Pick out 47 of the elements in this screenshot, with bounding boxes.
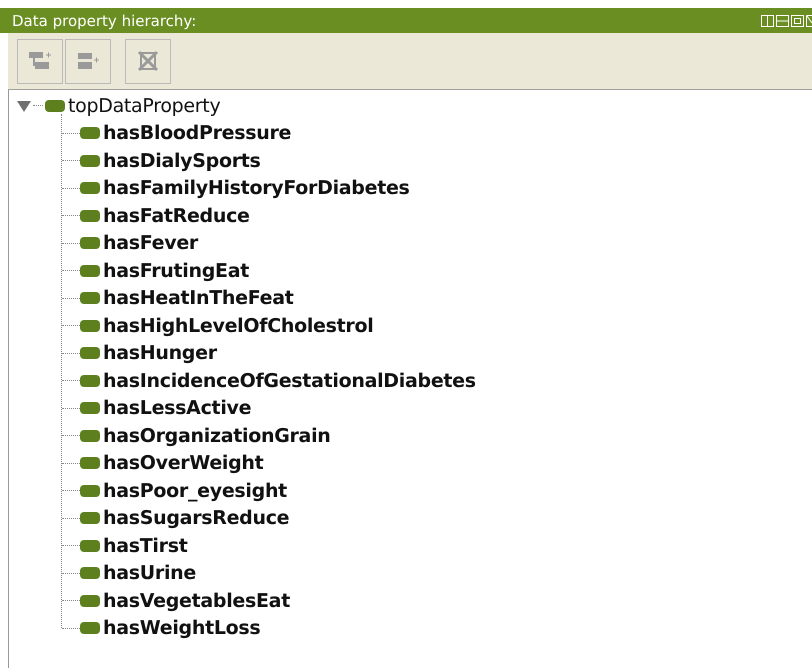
property-icon (80, 210, 100, 222)
property-icon (80, 292, 100, 304)
property-icon (80, 430, 100, 442)
property-icon (80, 154, 100, 167)
property-icon (80, 127, 100, 140)
tree-item[interactable]: hasFever (103, 232, 198, 254)
property-icon (80, 594, 100, 607)
property-icon (80, 374, 100, 387)
property-icon (80, 237, 100, 250)
property-icon (80, 484, 100, 497)
tree-item[interactable]: hasHeatInTheFeat (103, 287, 294, 310)
tree-item[interactable]: hasFamilyHistoryForDiabetes (103, 177, 410, 200)
property-icon (45, 100, 65, 112)
tree-item[interactable]: hasHighLevelOfCholestrol (103, 314, 374, 337)
tree-item[interactable]: hasUrine (103, 562, 196, 584)
tree-item[interactable]: hasDialySports (103, 150, 261, 172)
property-icon (80, 567, 100, 580)
property-icon (80, 402, 100, 414)
tree-item[interactable]: hasFatReduce (103, 204, 250, 227)
property-icon (80, 264, 100, 277)
expand-triangle-icon[interactable] (17, 100, 31, 112)
tree-item[interactable]: hasHunger (103, 342, 217, 364)
tree-item[interactable]: hasPoor_eyesight (103, 480, 287, 502)
property-icon (80, 457, 100, 470)
tree-item[interactable]: hasBloodPressure (103, 122, 292, 144)
tree-item[interactable]: hasIncidenceOfGestationalDiabetes (103, 370, 476, 392)
tree-item[interactable]: topDataProperty (68, 94, 220, 117)
tree-item[interactable]: hasTirst (103, 534, 188, 557)
property-icon (80, 622, 100, 634)
tree-item[interactable]: hasVegetablesEat (103, 590, 290, 612)
tree-item[interactable]: hasOrganizationGrain (103, 424, 331, 447)
property-icon (80, 512, 100, 524)
tree-item[interactable]: hasLessActive (103, 397, 252, 420)
panel-title: Data property hierarchy: (12, 12, 196, 30)
property-icon (80, 347, 100, 360)
property-icon (80, 540, 100, 552)
close-icon[interactable] (806, 14, 812, 26)
delete-icon (135, 48, 161, 74)
tree-item[interactable]: hasSugarsReduce (103, 507, 290, 530)
tree-item[interactable]: hasWeightLoss (103, 617, 260, 640)
property-icon (80, 320, 100, 332)
maximize-icon[interactable] (791, 14, 804, 26)
split-horizontal-icon[interactable] (776, 14, 789, 26)
tree-item[interactable]: hasFrutingEat (103, 260, 250, 282)
property-icon (80, 182, 100, 194)
tree-item[interactable]: hasOverWeight (103, 452, 264, 474)
split-vertical-icon[interactable] (761, 14, 774, 26)
